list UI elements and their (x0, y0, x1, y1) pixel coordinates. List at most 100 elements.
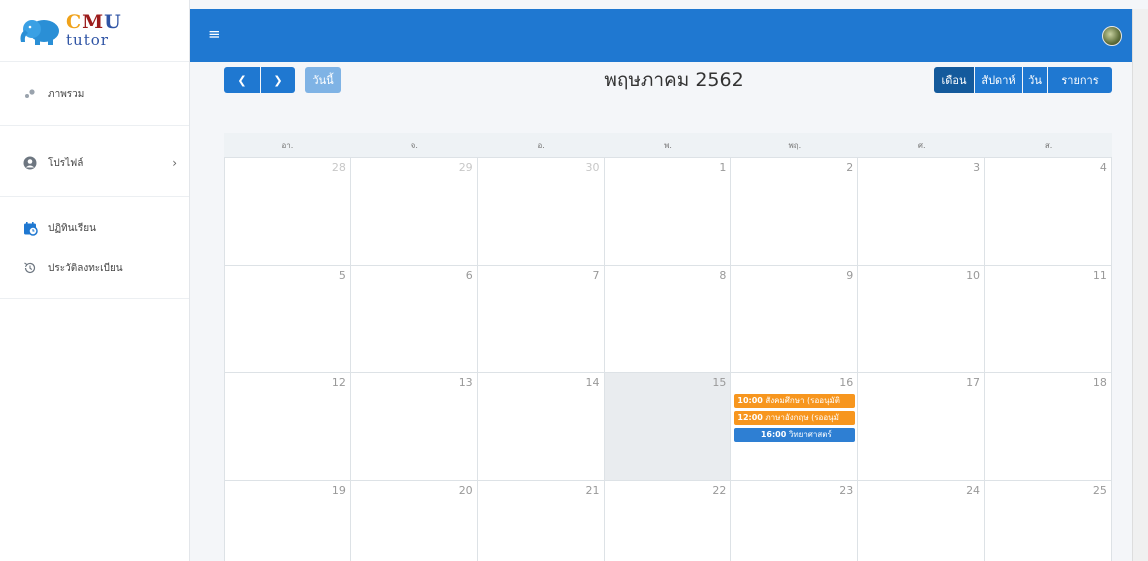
sidebar: CMU tutor ภาพรวม โปรไฟล์ › ปฏิทินเรียน ป… (0, 0, 190, 561)
day-number: 24 (966, 484, 981, 497)
day-cell[interactable]: 9 (731, 266, 859, 372)
day-number: 22 (712, 484, 727, 497)
day-cell[interactable]: 13 (350, 373, 478, 480)
brand-letter-c: C (66, 11, 83, 33)
chevron-right-icon: › (172, 156, 177, 170)
weekday-label: พ. (664, 141, 672, 150)
day-number: 23 (839, 484, 854, 497)
day-number: 6 (465, 269, 473, 282)
day-cell[interactable]: 28 (224, 158, 351, 265)
weekday-label: ศ. (917, 141, 926, 150)
sidebar-item-profile[interactable]: โปรไฟล์ › (0, 143, 189, 183)
history-icon (22, 260, 38, 276)
day-number: 7 (592, 269, 600, 282)
view-list-button[interactable]: รายการ (1048, 67, 1112, 93)
day-number: 30 (585, 161, 600, 174)
dashboard-icon (22, 86, 38, 102)
elephant-logo-icon (20, 19, 59, 45)
day-number: 17 (966, 376, 981, 389)
brand-letter-m: M (82, 11, 105, 33)
day-cell[interactable]: 30 (477, 158, 605, 265)
next-month-button[interactable]: ❯ (261, 67, 295, 93)
day-cell[interactable]: 21 (477, 481, 605, 561)
day-number: 28 (331, 161, 346, 174)
brand-logo[interactable]: CMU tutor (0, 0, 189, 62)
top-navbar: ≡ (190, 9, 1132, 62)
day-cell[interactable]: 8 (604, 266, 732, 372)
day-number: 19 (331, 484, 346, 497)
view-month-button[interactable]: เดือน (934, 67, 974, 93)
day-cell[interactable]: 23 (731, 481, 859, 561)
chevron-left-icon: ❮ (237, 73, 247, 87)
view-day-button[interactable]: วัน (1023, 67, 1047, 93)
user-avatar[interactable] (1102, 26, 1122, 46)
day-cell[interactable]: 17 (858, 373, 986, 480)
weekday-label: จ. (410, 141, 418, 150)
event-time: 12:00 (737, 413, 763, 422)
calendar-event[interactable]: 16:00 วิทยาศาสตร์ (734, 428, 856, 442)
hamburger-menu-icon[interactable]: ≡ (208, 27, 221, 42)
calendar-icon (22, 220, 38, 236)
event-title: สังคมศึกษา (รออนุมัติ (765, 396, 840, 405)
day-number: 12 (331, 376, 346, 389)
day-number: 10 (966, 269, 981, 282)
view-week-button[interactable]: สัปดาห์ (975, 67, 1022, 93)
calendar-grid: อา. จ. อ. พ. พฤ. ศ. ส. 28 29 30 1 2 3 4 … (224, 133, 1112, 561)
today-button[interactable]: วันนี้ (305, 67, 341, 93)
week-row: 12 13 14 15 16 10:00 สังคมศึกษา (รออนุมั… (224, 373, 1112, 481)
week-row: 19 20 21 22 23 24 25 (224, 481, 1112, 561)
weekday-label: ส. (1044, 141, 1053, 150)
day-number: 1 (719, 161, 727, 174)
weekday-label: อา. (281, 141, 294, 150)
day-cell[interactable]: 19 (224, 481, 351, 561)
day-cell[interactable]: 3 (858, 158, 986, 265)
page-scrollbar[interactable] (1132, 9, 1148, 561)
day-number: 9 (846, 269, 854, 282)
day-cell-today[interactable]: 15 (604, 373, 732, 480)
day-cell[interactable]: 6 (350, 266, 478, 372)
day-number: 8 (719, 269, 727, 282)
day-cell[interactable]: 25 (985, 481, 1112, 561)
day-cell[interactable]: 29 (350, 158, 478, 265)
calendar-event[interactable]: 12:00 ภาษาอังกฤษ (รออนุมั (734, 411, 856, 425)
day-number: 25 (1092, 484, 1107, 497)
day-number: 11 (1092, 269, 1107, 282)
day-number: 29 (458, 161, 473, 174)
day-cell[interactable]: 24 (858, 481, 986, 561)
day-number: 20 (458, 484, 473, 497)
calendar-event[interactable]: 10:00 สังคมศึกษา (รออนุมัติ (734, 394, 856, 408)
day-cell[interactable]: 16 10:00 สังคมศึกษา (รออนุมัติ 12:00 ภาษ… (731, 373, 859, 480)
sidebar-item-calendar[interactable]: ปฏิทินเรียน (0, 208, 189, 248)
day-cell[interactable]: 11 (985, 266, 1112, 372)
day-cell[interactable]: 20 (350, 481, 478, 561)
day-cell[interactable]: 22 (604, 481, 732, 561)
day-cell[interactable]: 4 (985, 158, 1112, 265)
day-number: 4 (1099, 161, 1107, 174)
weekday-label: พฤ. (788, 141, 802, 150)
calendar-title: พฤษภาคม 2562 (604, 69, 744, 91)
day-cell[interactable]: 10 (858, 266, 986, 372)
sidebar-item-overview[interactable]: ภาพรวม (0, 74, 189, 114)
day-cell[interactable]: 5 (224, 266, 351, 372)
user-icon (22, 155, 38, 171)
day-cell[interactable]: 7 (477, 266, 605, 372)
weekday-label: อ. (537, 141, 545, 150)
day-number: 13 (458, 376, 473, 389)
day-number: 2 (846, 161, 854, 174)
calendar-toolbar: ❮ ❯ วันนี้ พฤษภาคม 2562 เดือน สัปดาห์ วั… (224, 67, 1112, 97)
day-number: 15 (712, 376, 727, 389)
day-number: 3 (973, 161, 981, 174)
chevron-right-icon: ❯ (273, 73, 283, 87)
event-time: 10:00 (737, 396, 763, 405)
week-row: 5 6 7 8 9 10 11 (224, 266, 1112, 373)
event-title: ภาษาอังกฤษ (รออนุมั (765, 413, 839, 422)
sidebar-item-history[interactable]: ประวัติลงทะเบียน (0, 248, 189, 288)
day-cell[interactable]: 12 (224, 373, 351, 480)
day-cell[interactable]: 14 (477, 373, 605, 480)
day-cell[interactable]: 2 (731, 158, 859, 265)
brand-letter-u: U (104, 11, 122, 33)
day-cell[interactable]: 18 (985, 373, 1112, 480)
week-row: 28 29 30 1 2 3 4 (224, 158, 1112, 266)
day-cell[interactable]: 1 (604, 158, 732, 265)
prev-month-button[interactable]: ❮ (224, 67, 260, 93)
